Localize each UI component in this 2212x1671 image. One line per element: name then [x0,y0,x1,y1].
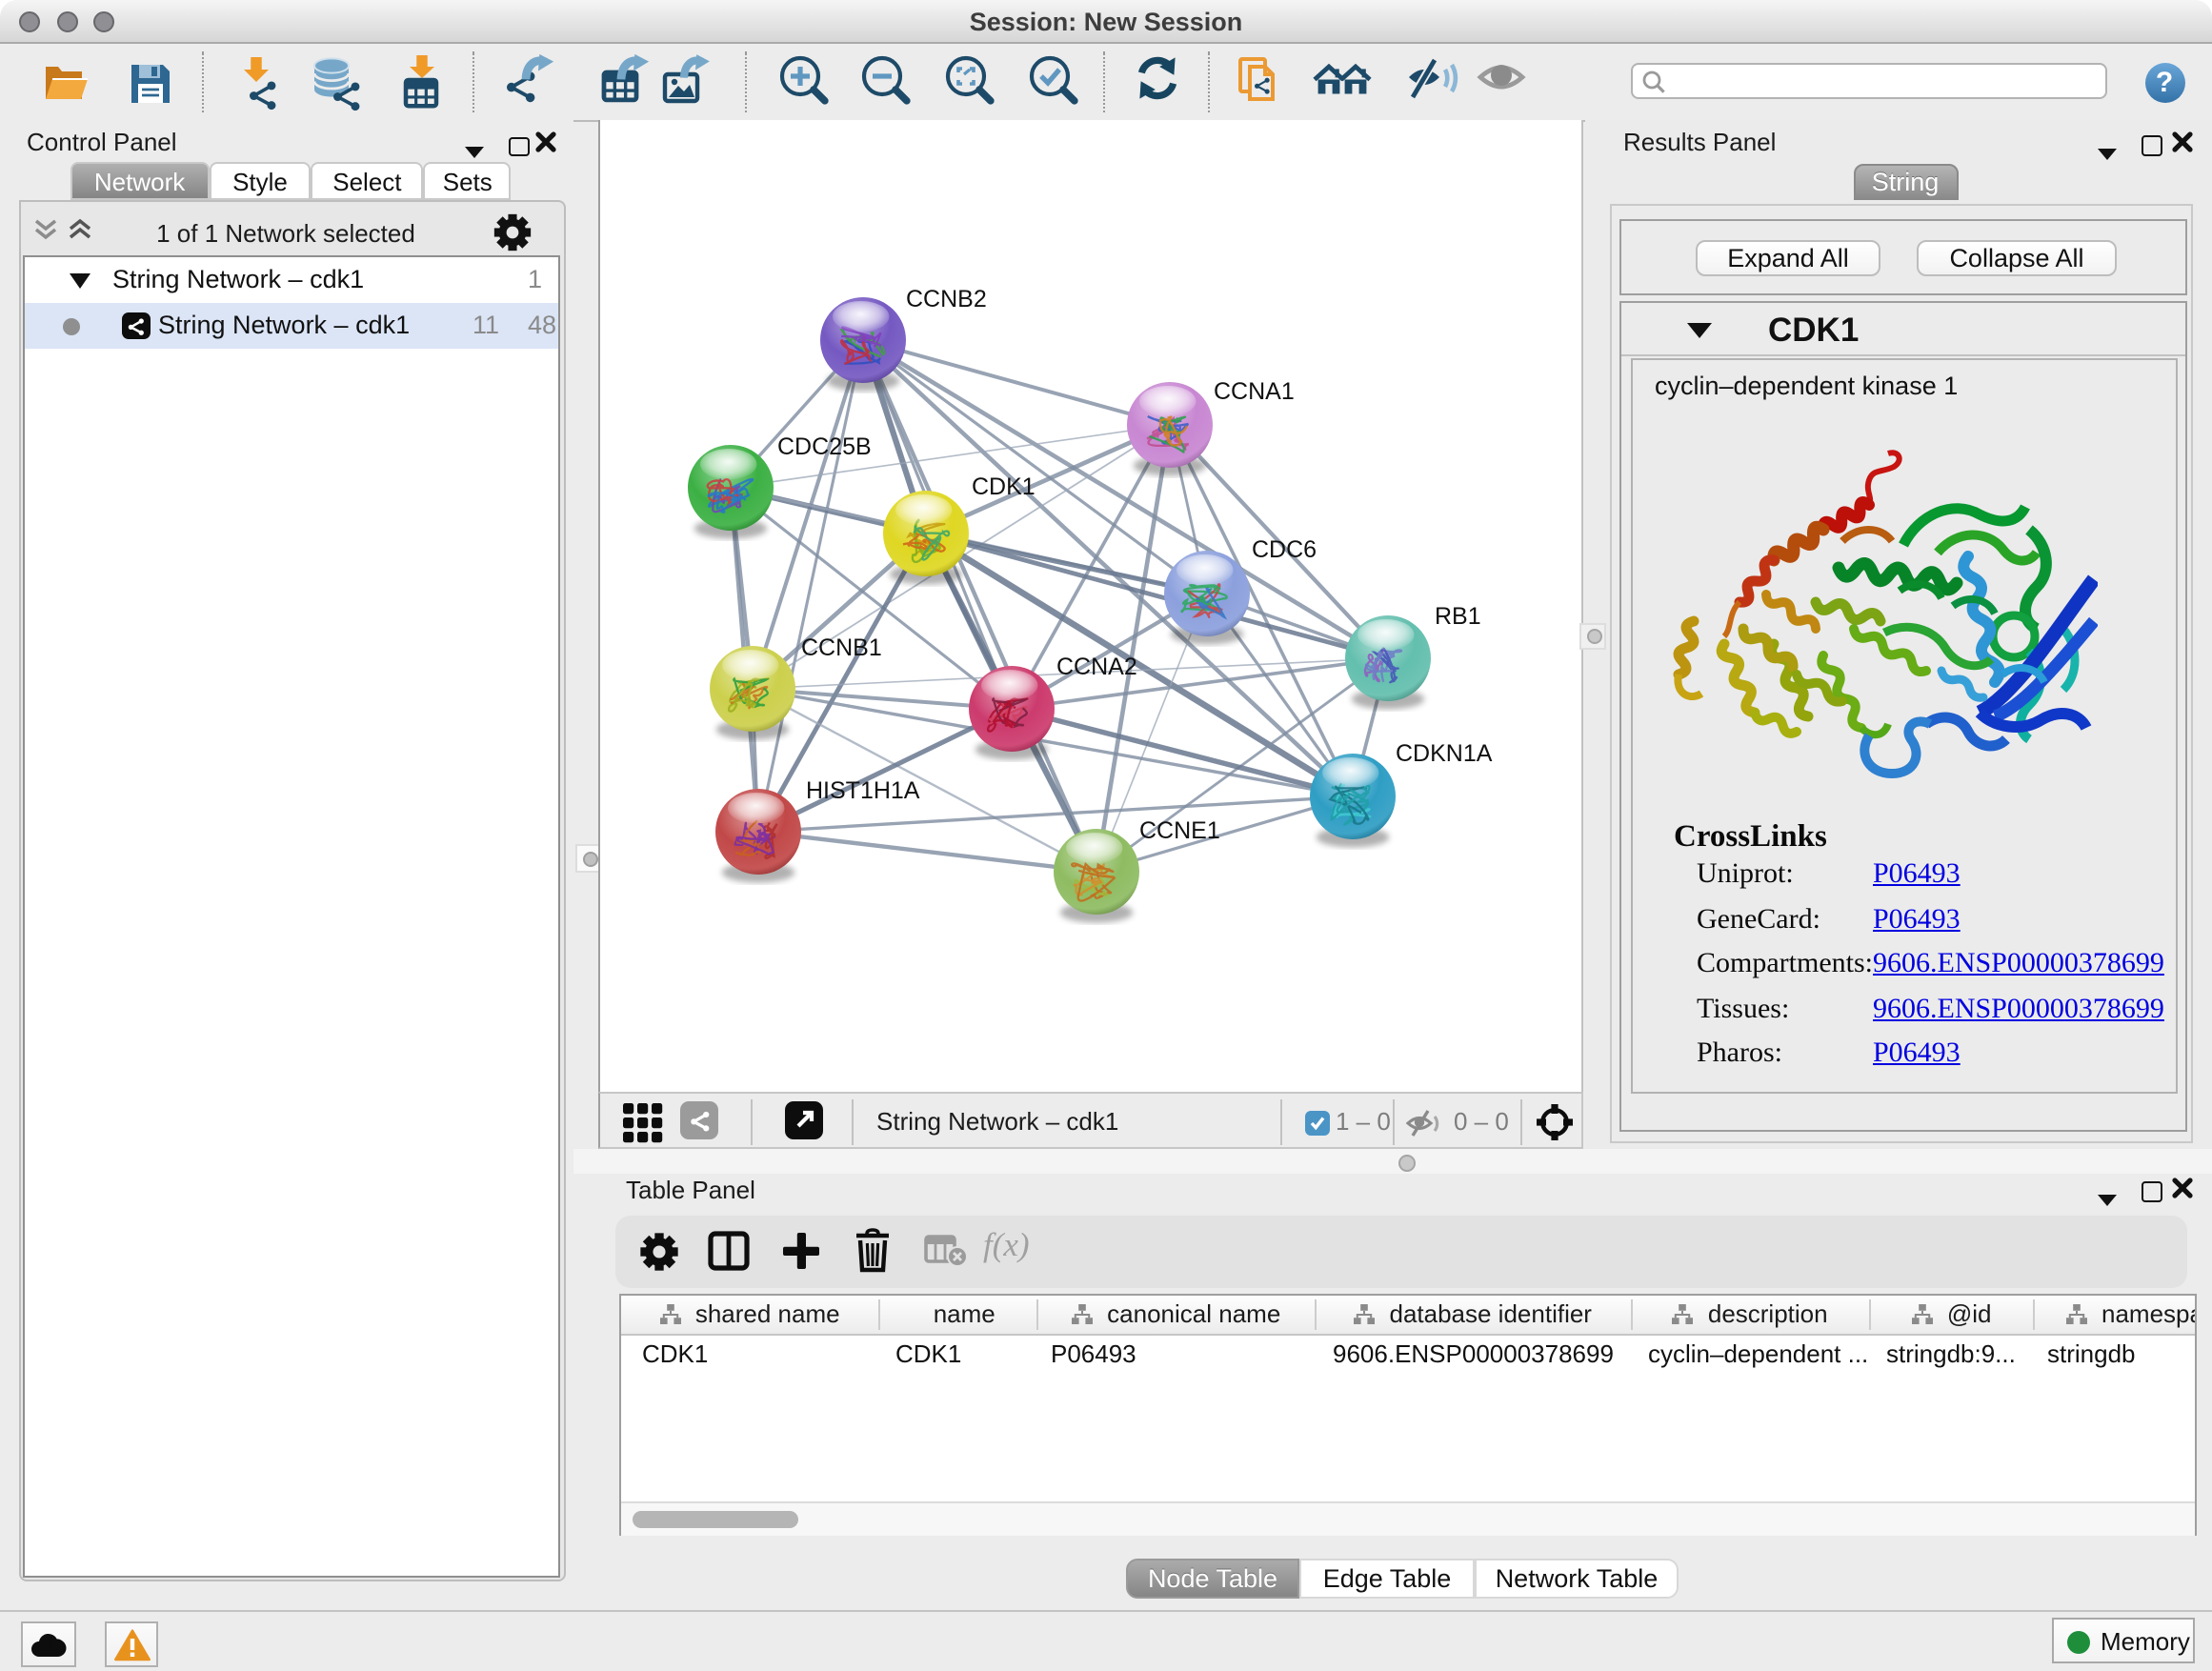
svg-text:CCNA2: CCNA2 [1056,654,1137,680]
svg-text:CCNE1: CCNE1 [1139,817,1220,844]
svg-text:CCNA1: CCNA1 [1214,378,1295,405]
svg-text:RB1: RB1 [1435,603,1481,630]
svg-text:CDK1: CDK1 [972,473,1036,500]
svg-text:CDC25B: CDC25B [777,433,872,460]
svg-text:CDC6: CDC6 [1252,536,1317,563]
svg-text:CCNB2: CCNB2 [906,286,987,312]
svg-text:HIST1H1A: HIST1H1A [806,777,920,804]
svg-text:CCNB1: CCNB1 [801,634,882,661]
svg-text:CDKN1A: CDKN1A [1396,740,1493,767]
